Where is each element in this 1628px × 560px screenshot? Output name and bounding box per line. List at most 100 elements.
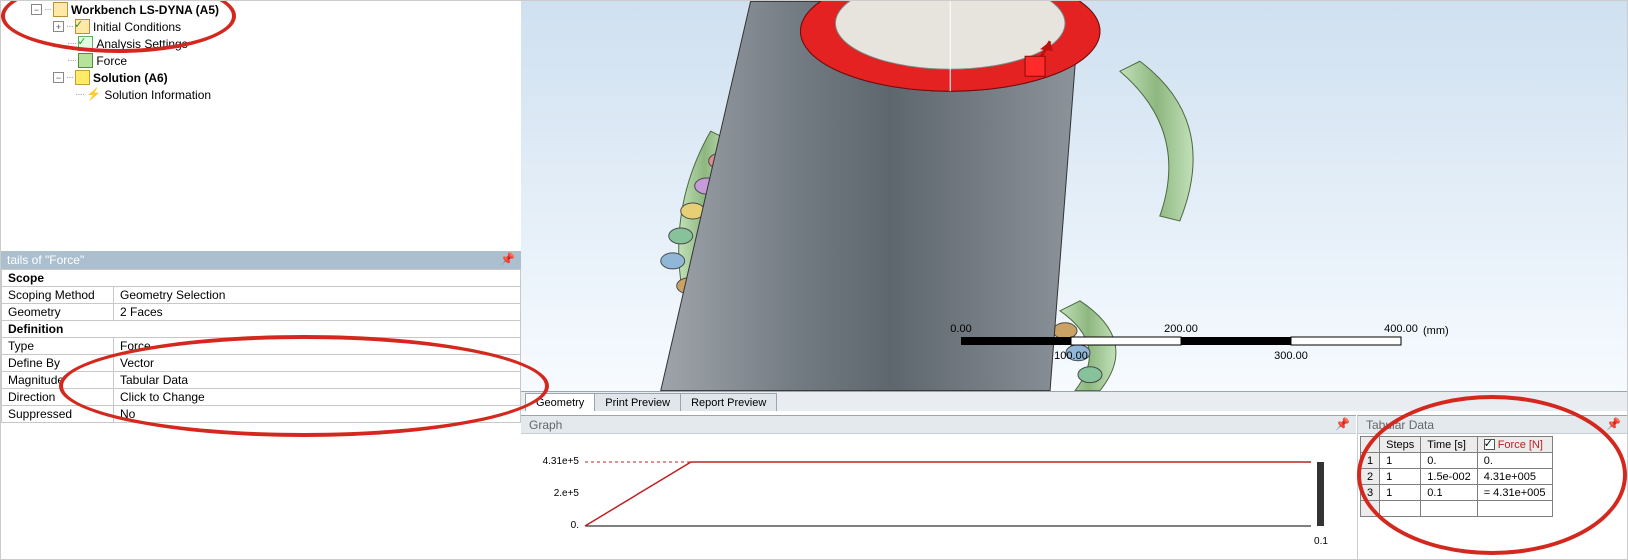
cell-steps[interactable]: 1 — [1380, 485, 1421, 501]
pin-icon[interactable]: 📌 — [1606, 417, 1621, 431]
cell-force[interactable] — [1477, 501, 1552, 517]
tabular-header-row: Steps Time [s] Force [N] — [1361, 437, 1553, 453]
tabular-title: Tabular Data — [1366, 418, 1434, 432]
value[interactable]: Tabular Data — [114, 372, 521, 389]
pin-icon[interactable]: 📌 — [500, 252, 515, 266]
tree-item-analysis-settings[interactable]: ···· Analysis Settings — [1, 35, 521, 52]
tree-label: Solution (A6) — [93, 71, 168, 85]
tab-report-preview[interactable]: Report Preview — [680, 393, 777, 411]
section-definition: Definition — [2, 321, 521, 338]
value[interactable]: 2 Faces — [114, 304, 521, 321]
section-scope: Scope — [2, 270, 521, 287]
graph-body[interactable]: 4.31e+5 2.e+5 0. 0.1 — [521, 434, 1356, 554]
col-steps[interactable]: Steps — [1380, 437, 1421, 453]
tree-item-root[interactable]: − ··· Workbench LS-DYNA (A5) — [1, 1, 521, 18]
ruler-tick: 300.00 — [1274, 350, 1308, 362]
value[interactable]: Vector — [114, 355, 521, 372]
corner-cell — [1361, 437, 1380, 453]
graph-title: Graph — [529, 418, 562, 432]
tree-connector-icon: ···· — [67, 38, 76, 49]
cell-steps[interactable]: 1 — [1380, 453, 1421, 469]
cell-force[interactable]: 0. — [1477, 453, 1552, 469]
analysis-settings-icon — [78, 36, 93, 51]
key: Scoping Method — [2, 287, 114, 304]
value[interactable]: No — [114, 406, 521, 423]
ytick: 4.31e+5 — [543, 456, 580, 467]
ruler-unit: (mm) — [1423, 325, 1449, 337]
col-time[interactable]: Time [s] — [1421, 437, 1477, 453]
cell-steps[interactable] — [1380, 501, 1421, 517]
tree-connector-icon: ···· — [75, 89, 84, 100]
bolt-icon: ⚡ — [86, 87, 101, 102]
row-index: 1 — [1361, 453, 1380, 469]
cell-time[interactable]: 0.1 — [1421, 485, 1477, 501]
row-scoping-method[interactable]: Scoping Method Geometry Selection — [2, 287, 521, 304]
system-icon — [53, 2, 68, 17]
value[interactable]: Force — [114, 338, 521, 355]
ytick: 0. — [571, 520, 579, 531]
key: Geometry — [2, 304, 114, 321]
value[interactable]: Click to Change — [114, 389, 521, 406]
key: Suppressed — [2, 406, 114, 423]
cell-steps[interactable]: 1 — [1380, 469, 1421, 485]
expand-icon[interactable]: + — [53, 21, 64, 32]
cell-time[interactable] — [1421, 501, 1477, 517]
cell-force[interactable]: 4.31e+005 — [1477, 469, 1552, 485]
tabular-data-panel: Tabular Data 📌 Steps Time [s] Force [N] … — [1357, 415, 1627, 559]
graph-range-thumb[interactable] — [1317, 462, 1324, 526]
row-suppressed[interactable]: Suppressed No — [2, 406, 521, 423]
tree-item-solution-info[interactable]: ···· ⚡ Solution Information — [1, 86, 521, 103]
row-type[interactable]: Type Force — [2, 338, 521, 355]
table-row[interactable]: 1 1 0. 0. — [1361, 453, 1553, 469]
table-row-empty[interactable] — [1361, 501, 1553, 517]
tube-end-icon — [661, 253, 685, 269]
details-panel: tails of "Force" 📌 Scope Scoping Method … — [1, 251, 521, 423]
force-handle[interactable] — [1025, 56, 1045, 76]
tree-item-force[interactable]: ···· Force — [1, 52, 521, 69]
ytick: 2.e+5 — [554, 488, 580, 499]
cell-time[interactable]: 1.5e-002 — [1421, 469, 1477, 485]
cell-time[interactable]: 0. — [1421, 453, 1477, 469]
collapse-icon[interactable]: − — [53, 72, 64, 83]
tree-label: Force — [96, 54, 127, 68]
ruler-tick: 400.00 — [1384, 323, 1418, 335]
details-header: tails of "Force" 📌 — [1, 251, 521, 269]
table-row[interactable]: 2 1 1.5e-002 4.31e+005 — [1361, 469, 1553, 485]
tree-item-solution[interactable]: − ··· Solution (A6) — [1, 69, 521, 86]
cell-force[interactable]: = 4.31e+005 — [1477, 485, 1552, 501]
tree-connector-icon: ··· — [44, 4, 51, 15]
tab-geometry[interactable]: Geometry — [525, 393, 595, 411]
row-direction[interactable]: Direction Click to Change — [2, 389, 521, 406]
row-geometry[interactable]: Geometry 2 Faces — [2, 304, 521, 321]
tree-label-root: Workbench LS-DYNA (A5) — [71, 3, 219, 17]
table-row[interactable]: 3 1 0.1 = 4.31e+005 — [1361, 485, 1553, 501]
initial-conditions-icon — [75, 19, 90, 34]
key: Magnitude — [2, 372, 114, 389]
tube-end-icon — [669, 228, 693, 244]
row-define-by[interactable]: Define By Vector — [2, 355, 521, 372]
tree-label: Analysis Settings — [96, 37, 187, 51]
col-force[interactable]: Force [N] — [1477, 437, 1552, 453]
xmax-label: 0.1 — [1314, 536, 1328, 547]
geometry-viewport[interactable]: 0.00 200.00 400.00 (mm) 100.00 300.00 — [521, 1, 1627, 391]
tree-label: Initial Conditions — [93, 20, 181, 34]
ruler-tick: 100.00 — [1054, 350, 1088, 362]
details-title: tails of "Force" — [7, 253, 84, 267]
scale-bar: 0.00 200.00 400.00 (mm) 100.00 300.00 — [961, 327, 1627, 391]
value[interactable]: Geometry Selection — [114, 287, 521, 304]
tab-print-preview[interactable]: Print Preview — [594, 393, 681, 411]
app-root: − ··· Workbench LS-DYNA (A5) + ··· Initi… — [0, 0, 1628, 560]
row-index — [1361, 501, 1380, 517]
key: Define By — [2, 355, 114, 372]
tree-item-initial-conditions[interactable]: + ··· Initial Conditions — [1, 18, 521, 35]
key: Direction — [2, 389, 114, 406]
graph-panel: Graph 📌 4.31e+5 2.e+5 0. 0.1 — [521, 415, 1356, 559]
collapse-icon[interactable]: − — [31, 4, 42, 15]
key: Type — [2, 338, 114, 355]
checkbox-icon[interactable] — [1484, 439, 1495, 450]
row-magnitude[interactable]: Magnitude Tabular Data — [2, 372, 521, 389]
outline-tree: − ··· Workbench LS-DYNA (A5) + ··· Initi… — [1, 1, 521, 251]
pin-icon[interactable]: 📌 — [1335, 417, 1350, 431]
tree-label: Solution Information — [104, 88, 211, 102]
row-index: 3 — [1361, 485, 1380, 501]
